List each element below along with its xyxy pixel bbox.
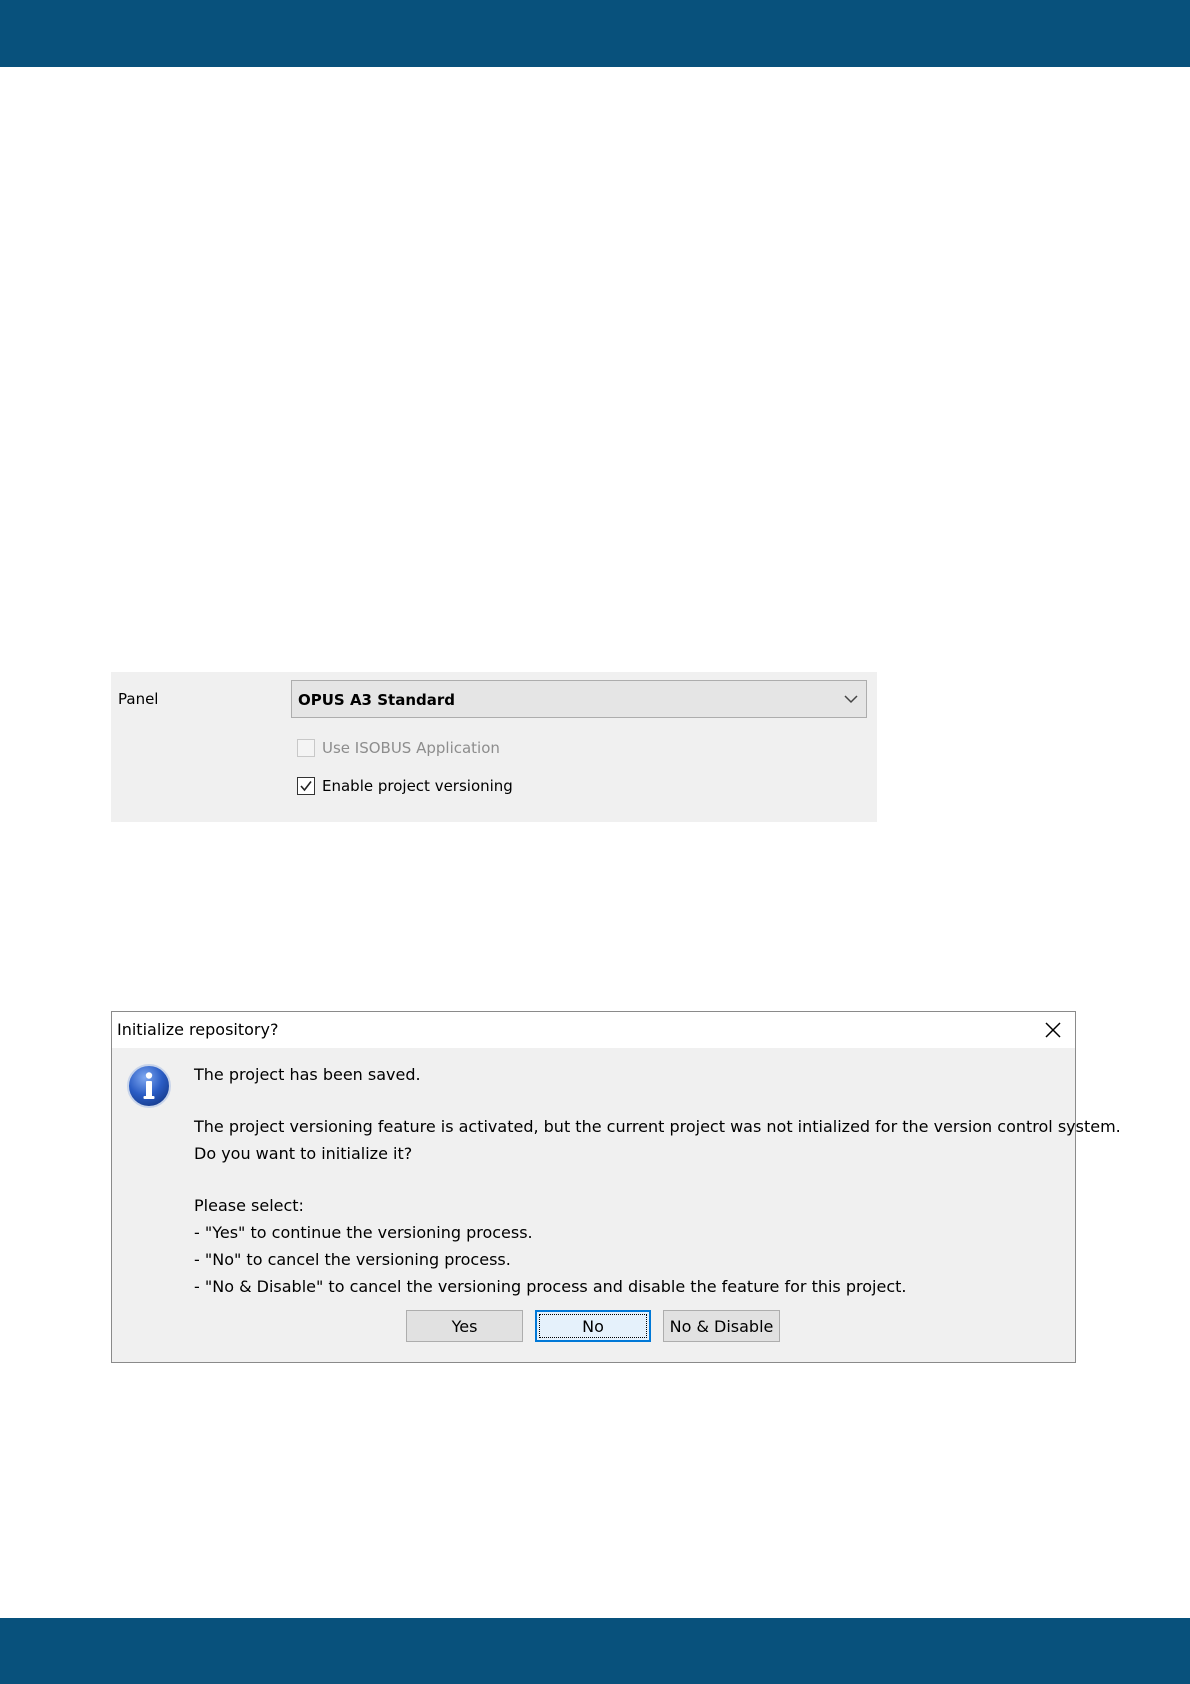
message-question: Do you want to initialize it? <box>194 1144 413 1163</box>
message-option-yes: - "Yes" to continue the versioning proce… <box>194 1223 533 1242</box>
checkmark-icon <box>300 781 312 792</box>
message-option-no-disable: - "No & Disable" to cancel the versionin… <box>194 1277 907 1296</box>
no-disable-button-label: No & Disable <box>669 1316 774 1336</box>
enable-versioning-label: Enable project versioning <box>322 777 513 795</box>
use-isobus-checkbox[interactable] <box>297 739 315 757</box>
initialize-repository-dialog: Initialize repository? The project has b… <box>111 1011 1121 1363</box>
message-saved: The project has been saved. <box>194 1065 421 1084</box>
panel-select[interactable]: OPUS A3 Standard <box>291 680 867 718</box>
message-please-select: Please select: <box>194 1196 304 1215</box>
no-button[interactable]: No <box>535 1310 651 1342</box>
yes-button[interactable]: Yes <box>406 1310 523 1342</box>
panel-settings-group: Panel OPUS A3 Standard Use ISOBUS Applic… <box>111 672 877 822</box>
close-icon[interactable] <box>1043 1020 1063 1040</box>
no-disable-button[interactable]: No & Disable <box>663 1310 780 1342</box>
panel-label: Panel <box>118 690 159 708</box>
panel-select-value: OPUS A3 Standard <box>298 691 455 709</box>
yes-button-label: Yes <box>451 1316 478 1336</box>
dialog-title: Initialize repository? <box>117 1020 279 1039</box>
chevron-down-icon <box>844 695 858 704</box>
header-band <box>0 0 1190 67</box>
info-icon <box>127 1064 171 1108</box>
dialog-titlebar: Initialize repository? <box>112 1012 1075 1048</box>
enable-versioning-checkbox[interactable] <box>297 777 315 795</box>
focus-rect <box>539 1314 647 1338</box>
footer-band <box>0 1618 1190 1684</box>
message-activated: The project versioning feature is activa… <box>194 1117 1121 1136</box>
use-isobus-label: Use ISOBUS Application <box>322 739 500 757</box>
message-option-no: - "No" to cancel the versioning process. <box>194 1250 511 1269</box>
